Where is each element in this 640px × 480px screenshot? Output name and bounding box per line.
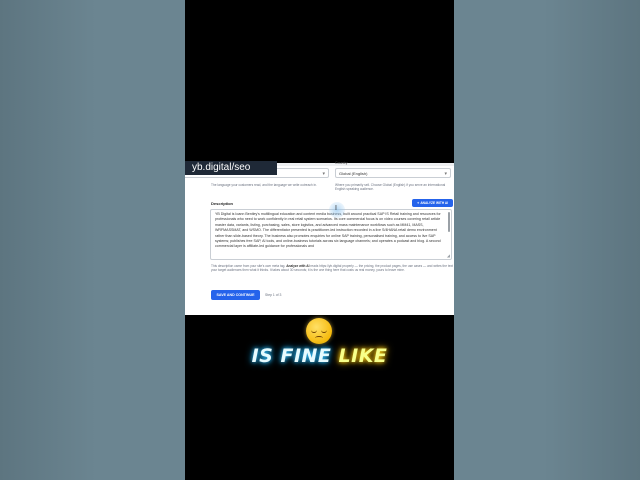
- emoji-eye: [311, 329, 317, 333]
- analyze-with-ai-button[interactable]: ✦ ANALYZE WITH AI: [412, 199, 453, 207]
- description-text: YB Digital is Ioann Bentley's multilingu…: [215, 212, 441, 249]
- caption-word-2: LIKE: [338, 345, 388, 367]
- country-select[interactable]: Global (English) ▾: [335, 168, 451, 178]
- country-label: Country: [335, 161, 348, 165]
- video-frame: ▾ Country Global (English) ▾ The languag…: [185, 0, 454, 480]
- description-textarea[interactable]: YB Digital is Ioann Bentley's multilingu…: [210, 209, 452, 260]
- chevron-down-icon: ▾: [322, 171, 325, 177]
- watermark-label: yb.digital/seo: [185, 161, 277, 175]
- language-helper-text: The language your customers read, and th…: [211, 183, 317, 187]
- country-select-value: Global (English): [339, 171, 368, 176]
- textarea-scrollbar[interactable]: [448, 212, 450, 232]
- description-label: Description: [211, 201, 234, 206]
- chevron-down-icon: ▾: [444, 171, 447, 177]
- text-cursor-icon: I: [335, 205, 337, 212]
- caption-word-1: IS FINE: [251, 345, 332, 367]
- resize-handle-icon[interactable]: ◢: [447, 254, 450, 258]
- video-caption: IS FINE LIKE: [185, 345, 454, 367]
- save-and-continue-button[interactable]: SAVE AND CONTINUE: [211, 290, 260, 300]
- onboarding-form: ▾ Country Global (English) ▾ The languag…: [185, 161, 454, 315]
- country-helper-text: Where you primarily sell. Choose Global …: [335, 183, 446, 192]
- step-indicator: Step 1 of 3: [265, 293, 282, 297]
- relieved-face-icon: [306, 318, 332, 344]
- emoji-mouth: [315, 336, 323, 340]
- emoji-eye: [321, 329, 327, 333]
- click-highlight: [329, 202, 345, 218]
- description-helper-text: This description came from your site's o…: [211, 264, 453, 272]
